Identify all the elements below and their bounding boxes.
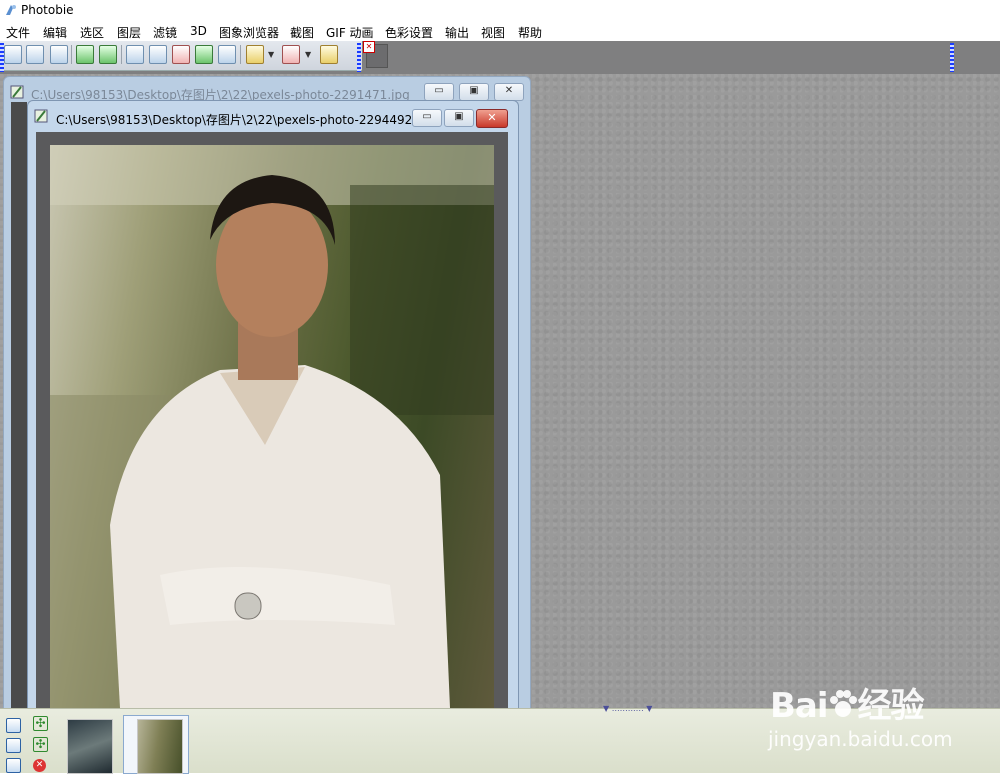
crop-icon[interactable]	[126, 45, 144, 64]
mini-toolbar-close-icon[interactable]: ✕	[363, 41, 375, 53]
zoom-out-icon[interactable]	[282, 45, 300, 64]
menu-screenshot[interactable]: 截图	[290, 24, 314, 41]
tile-horizontal-icon[interactable]	[6, 738, 21, 753]
back-minimize-button[interactable]: ▭	[424, 83, 454, 101]
menu-selection[interactable]: 选区	[80, 24, 104, 41]
baidu-watermark-logo: Bai 经验	[770, 686, 925, 726]
image-document-icon	[34, 109, 48, 123]
app-title: Photobie	[21, 3, 74, 17]
menu-file[interactable]: 文件	[6, 24, 30, 41]
menu-view[interactable]: 视图	[481, 24, 505, 41]
front-minimize-button[interactable]: ▭	[412, 109, 442, 127]
thumbnail-item-selected[interactable]	[137, 719, 183, 774]
front-maximize-button[interactable]: ▣	[444, 109, 474, 127]
toolbar-separator	[71, 45, 72, 64]
menu-edit[interactable]: 编辑	[43, 24, 67, 41]
menu-layer[interactable]: 图层	[117, 24, 141, 41]
toolbar-separator	[240, 45, 241, 64]
back-close-button[interactable]: ✕	[494, 83, 524, 101]
back-maximize-button[interactable]: ▣	[459, 83, 489, 101]
tile-vertical-icon[interactable]	[6, 718, 21, 733]
undo-icon[interactable]	[76, 45, 94, 64]
window-title-front: C:\Users\98153\Desktop\存图片\2\22\pexels-p…	[56, 113, 431, 127]
zoom-in-icon[interactable]	[246, 45, 264, 64]
open-file-icon[interactable]	[26, 45, 44, 64]
image-document-icon	[10, 85, 24, 99]
thumbnail-item[interactable]	[67, 719, 113, 774]
watermark-site: jingyan.baidu.com	[768, 727, 953, 751]
photo-canvas[interactable]	[50, 145, 494, 708]
menu-output[interactable]: 输出	[445, 24, 469, 41]
menu-gif-animation[interactable]: GIF 动画	[326, 24, 374, 41]
menu-3d[interactable]: 3D	[190, 24, 207, 38]
close-all-icon[interactable]: ✕	[33, 759, 46, 772]
menu-bar: 文件 编辑 选区 图层 滤镜 3D 图象浏览器 截图 GIF 动画 色彩设置 输…	[0, 21, 1000, 41]
zoom-fit-icon[interactable]	[320, 45, 338, 64]
copy-icon[interactable]	[149, 45, 167, 64]
menu-filter[interactable]: 滤镜	[153, 24, 177, 41]
menu-help[interactable]: 帮助	[518, 24, 542, 41]
paw-icon	[829, 690, 857, 717]
paste-icon[interactable]	[195, 45, 213, 64]
cut-icon[interactable]	[172, 45, 190, 64]
cascade-icon[interactable]	[6, 758, 21, 773]
portrait-photo	[50, 145, 494, 708]
title-bar	[0, 0, 1000, 21]
zoom-out-dropdown-icon[interactable]: ▼	[305, 50, 311, 59]
save-icon[interactable]	[50, 45, 68, 64]
paste-new-icon[interactable]	[218, 45, 236, 64]
collapse-icon[interactable]: ✣	[33, 737, 48, 752]
menu-color-settings[interactable]: 色彩设置	[385, 24, 433, 41]
back-window-canvas	[11, 102, 27, 708]
expand-icon[interactable]: ✣	[33, 716, 48, 731]
zoom-in-dropdown-icon[interactable]: ▼	[268, 50, 274, 59]
toolbar-grip-2[interactable]	[357, 43, 361, 72]
toolbar-separator	[121, 45, 122, 64]
menu-image-browser[interactable]: 图象浏览器	[219, 24, 279, 41]
redo-icon[interactable]	[99, 45, 117, 64]
front-close-button[interactable]: ✕	[476, 109, 508, 128]
photobie-app-icon	[6, 5, 16, 15]
new-file-icon[interactable]	[4, 45, 22, 64]
toolbar-grip-3[interactable]	[950, 43, 954, 72]
panel-splitter[interactable]: ▼ ‥‥‥‥‥‥ ▼	[603, 704, 652, 713]
